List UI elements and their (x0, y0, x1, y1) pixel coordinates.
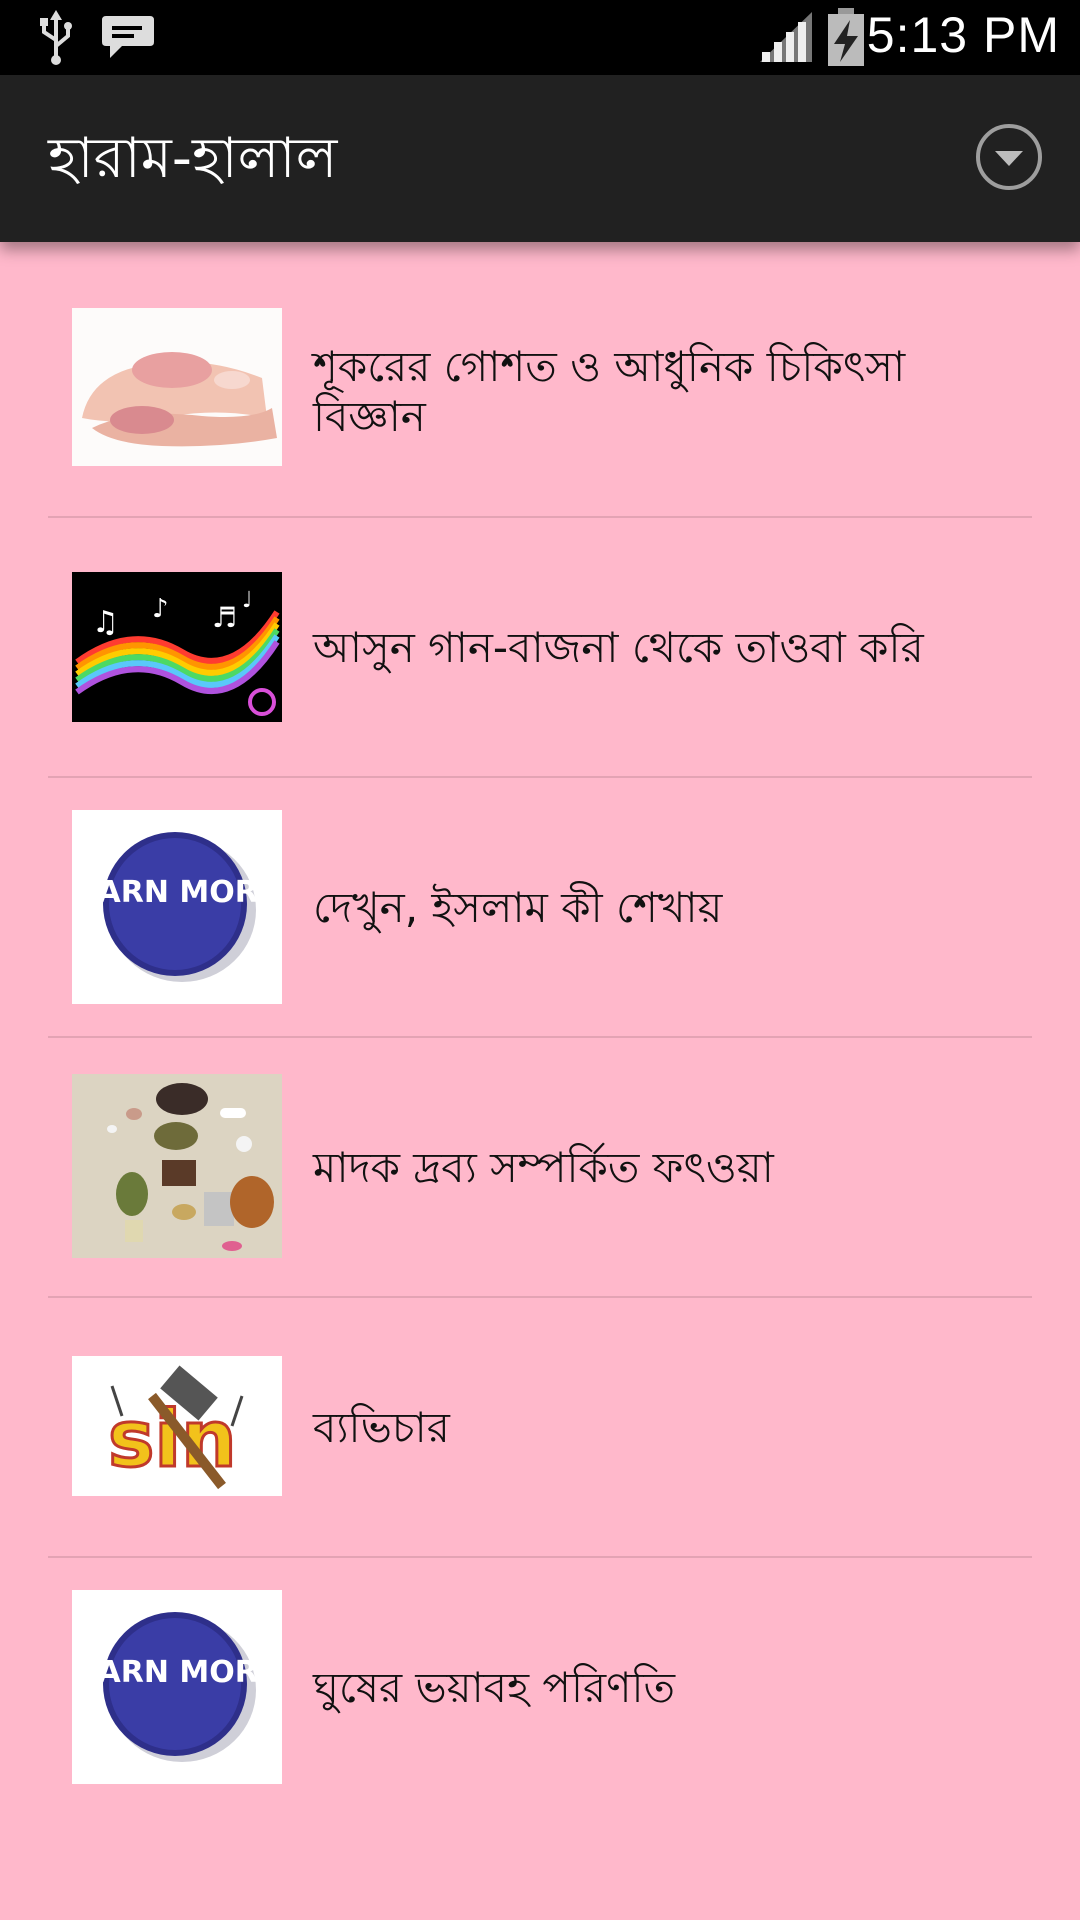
list-item[interactable]: LEARN MORE! ঘুষের ভয়াবহ পরিণতি (0, 1558, 1080, 1816)
status-time: 5:13 PM (866, 7, 1060, 63)
status-bar: 5:13 PM (0, 0, 1080, 75)
drugs-image (72, 1074, 282, 1258)
list-item[interactable]: শূকরের গোশত ও আধুনিক চিকিৎসা বিজ্ঞান (0, 242, 1080, 516)
battery-charging-icon (826, 8, 866, 70)
list-item-label: ঘুষের ভয়াবহ পরিণতি (313, 1663, 675, 1712)
learn-more-text: LEARN MORE! (72, 1655, 282, 1690)
svg-text:♩: ♩ (242, 588, 252, 613)
svg-text:♫: ♫ (92, 605, 119, 640)
app-title: হারাম-হালাল (48, 126, 338, 191)
list-item[interactable]: LEARN MORE! দেখুন, ইসলাম কী শেখায় (0, 778, 1080, 1036)
usb-icon (36, 10, 76, 70)
chat-icon (100, 12, 156, 66)
pork-image (72, 308, 282, 466)
learn-more-button-image: LEARN MORE! (72, 810, 282, 1004)
sin-text: sin (108, 1395, 237, 1485)
svg-text:♪: ♪ (152, 594, 169, 624)
list-item[interactable]: ♫ ♪ ♬ ♩ আসুন গান-বাজনা থেকে তাওবা করি (0, 518, 1080, 776)
list-item[interactable]: মাদক দ্রব্য সম্পর্কিত ফৎওয়া (0, 1038, 1080, 1296)
learn-more-text: LEARN MORE! (72, 875, 282, 910)
list-item[interactable]: sin ব্যভিচার (0, 1298, 1080, 1556)
action-bar: হারাম-হালাল (0, 75, 1080, 242)
list-item-label: দেখুন, ইসলাম কী শেখায় (313, 883, 723, 932)
signal-icon (760, 12, 812, 66)
learn-more-button-image: LEARN MORE! (72, 1590, 282, 1784)
chevron-down-icon (995, 151, 1023, 166)
list-item-label: আসুন গান-বাজনা থেকে তাওবা করি (313, 623, 924, 672)
list-item-label: শূকরের গোশত ও আধুনিক চিকিৎসা বিজ্ঞান (313, 342, 906, 441)
svg-text:♬: ♬ (212, 601, 237, 634)
list-item-label: ব্যভিচার (313, 1403, 450, 1452)
overflow-menu-button[interactable] (976, 124, 1042, 190)
list-item-label: মাদক দ্রব্য সম্পর্কিত ফৎওয়া (313, 1143, 774, 1192)
music-notes-image: ♫ ♪ ♬ ♩ (72, 572, 282, 722)
sin-hammer-image: sin (72, 1356, 282, 1496)
